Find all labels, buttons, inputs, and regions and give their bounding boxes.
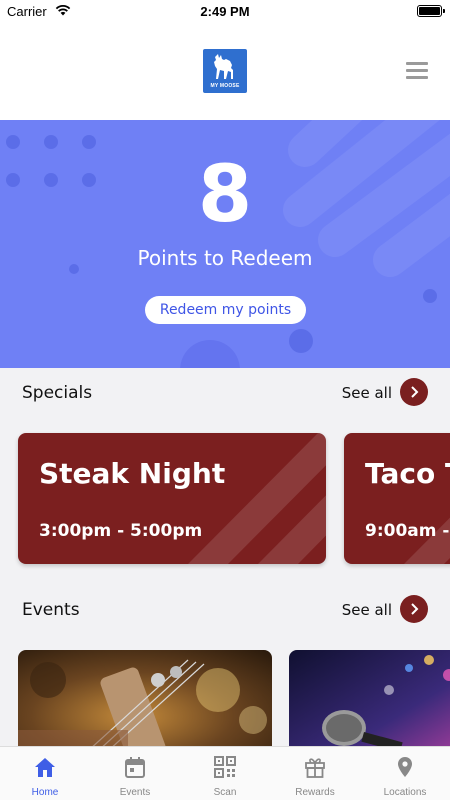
specials-see-all-link[interactable]: See all [342,384,392,402]
tab-rewards-label: Rewards [295,787,335,798]
specials-header: Specials See all [22,378,428,408]
points-label: Points to Redeem [137,246,313,270]
special-title: Steak Night [39,457,226,490]
app-screen: Carrier 2:49 PM MY MOOSE 8 Points to Red… [0,0,450,800]
events-header: Events See all [22,595,428,625]
events-chevron-right-icon[interactable] [400,595,428,623]
tab-events-label: Events [119,787,151,798]
status-bar: Carrier 2:49 PM [0,0,450,24]
tab-home[interactable]: Home [0,747,90,800]
logo-text: MY MOOSE [210,83,240,89]
specials-chevron-right-icon[interactable] [400,378,428,406]
guitar-photo [18,650,272,760]
events-title: Events [22,600,80,620]
events-see-all-link[interactable]: See all [342,601,392,619]
special-card-taco[interactable]: Taco T 9:00am - [344,433,450,564]
home-icon [35,758,55,777]
tab-locations-label: Locations [383,787,427,798]
tab-events[interactable]: Events [90,747,180,800]
tab-home-label: Home [31,787,59,798]
clock: 2:49 PM [200,4,250,19]
qr-code-icon [214,756,236,778]
tab-scan-label: Scan [213,787,237,798]
specials-title: Specials [22,383,93,403]
special-time: 9:00am - [365,521,450,541]
points-hero: 8 Points to Redeem Redeem my points [0,120,450,368]
points-value: 8 [197,150,253,240]
gift-icon [305,758,325,778]
redeem-points-button[interactable]: Redeem my points [145,296,306,324]
special-title: Taco T [365,457,450,490]
app-logo: MY MOOSE [203,49,247,93]
bottom-tab-bar: Home Events Scan Rewards Locations [0,746,450,800]
moose-icon [214,54,233,79]
tab-scan[interactable]: Scan [180,747,270,800]
tab-locations[interactable]: Locations [360,747,450,800]
tab-rewards[interactable]: Rewards [270,747,360,800]
special-card-steak-night[interactable]: Steak Night 3:00pm - 5:00pm [18,433,326,564]
microphone-photo [289,650,450,760]
hamburger-menu-icon[interactable] [406,62,428,79]
calendar-icon [125,757,145,778]
event-card-guitar[interactable] [18,650,272,760]
event-card-microphone[interactable] [289,650,450,760]
app-header: MY MOOSE [0,24,450,120]
battery-icon [417,5,445,17]
special-time: 3:00pm - 5:00pm [39,521,203,541]
location-pin-icon [398,757,412,777]
